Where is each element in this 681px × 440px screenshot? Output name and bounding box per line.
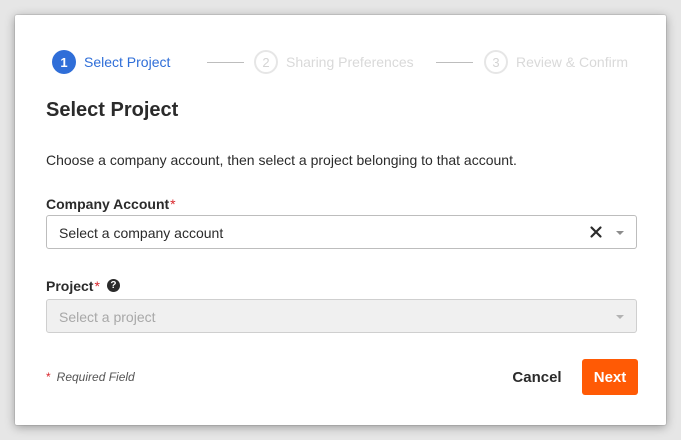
company-account-select[interactable]: Select a company account [46, 215, 637, 249]
step-sharing-preferences: 2 Sharing Preferences [254, 50, 414, 74]
caret-down-icon[interactable] [616, 315, 624, 319]
required-field-text: Required Field [56, 370, 135, 384]
step-number-3: 3 [484, 50, 508, 74]
step-number-1: 1 [52, 50, 76, 74]
dialog: 1 Select Project 2 Sharing Preferences 3… [15, 15, 666, 425]
company-account-label: Company Account * [46, 196, 176, 212]
cancel-button[interactable]: Cancel [501, 359, 573, 395]
project-label-text: Project [46, 278, 94, 294]
company-account-label-text: Company Account [46, 196, 170, 212]
required-field-note: * Required Field [46, 370, 135, 384]
step-review-confirm: 3 Review & Confirm [484, 50, 628, 74]
project-select[interactable]: Select a project [46, 299, 637, 333]
project-label: Project * ? [46, 278, 120, 294]
page-title: Select Project [46, 99, 179, 121]
project-placeholder: Select a project [59, 309, 156, 325]
required-asterisk: * [170, 196, 176, 212]
company-account-value: Select a company account [59, 225, 224, 241]
close-icon[interactable] [588, 224, 604, 240]
step-label-select-project: Select Project [84, 54, 171, 70]
step-connector [436, 62, 473, 63]
stepper: 1 Select Project 2 Sharing Preferences 3… [52, 50, 632, 74]
step-connector [207, 62, 244, 63]
next-button[interactable]: Next [582, 359, 638, 395]
step-label-sharing-preferences: Sharing Preferences [286, 54, 414, 70]
caret-down-icon[interactable] [616, 231, 624, 235]
step-label-review-confirm: Review & Confirm [516, 54, 629, 70]
step-select-project: 1 Select Project [52, 50, 170, 74]
question-circle-icon[interactable]: ? [106, 278, 120, 292]
page-description: Choose a company account, then select a … [46, 152, 517, 168]
required-asterisk: * [46, 370, 51, 384]
step-number-2: 2 [254, 50, 278, 74]
required-asterisk: * [94, 278, 100, 294]
